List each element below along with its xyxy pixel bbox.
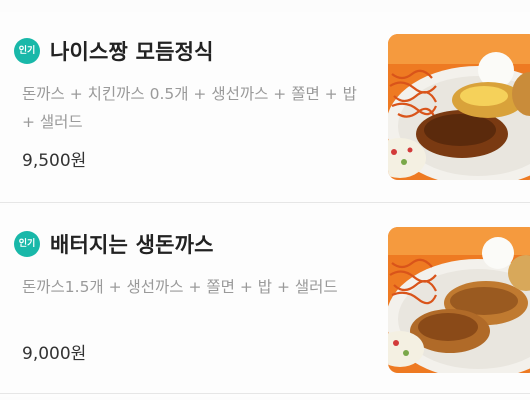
menu-item-photo[interactable] bbox=[388, 34, 530, 180]
menu-item[interactable]: 인기 나이스짱 모듬정식 돈까스 + 치킨까스 0.5개 + 생선까스 + 쫄면… bbox=[0, 12, 530, 204]
menu-item-photo[interactable] bbox=[388, 227, 530, 373]
menu-item-price: 9,000원 bbox=[22, 344, 87, 364]
menu-item-title: 배터지는 생돈까스 bbox=[50, 233, 214, 257]
divider bbox=[0, 393, 530, 394]
popular-badge: 인기 bbox=[14, 231, 40, 257]
menu-item-title-row: 인기 나이스짱 모듬정식 bbox=[14, 38, 214, 64]
food-plate-image bbox=[388, 227, 530, 373]
menu-item-description: 돈까스1.5개 + 생선까스 + 쫄면 + 밥 + 샐러드 bbox=[22, 278, 338, 296]
menu-item-price: 9,500원 bbox=[22, 151, 87, 171]
divider bbox=[0, 202, 530, 203]
menu-item-description: 돈까스 + 치킨까스 0.5개 + 생선까스 + 쫄면 + 밥 + 샐러드 bbox=[22, 85, 357, 131]
menu-item-title-row: 인기 배터지는 생돈까스 bbox=[14, 231, 214, 257]
popular-badge: 인기 bbox=[14, 38, 40, 64]
menu-item[interactable]: 인기 배터지는 생돈까스 돈까스1.5개 + 생선까스 + 쫄면 + 밥 + 샐… bbox=[0, 205, 530, 397]
food-plate-image bbox=[388, 34, 530, 180]
menu-item-title: 나이스짱 모듬정식 bbox=[50, 40, 214, 64]
menu-list: 인기 나이스짱 모듬정식 돈까스 + 치킨까스 0.5개 + 생선까스 + 쫄면… bbox=[0, 0, 530, 400]
